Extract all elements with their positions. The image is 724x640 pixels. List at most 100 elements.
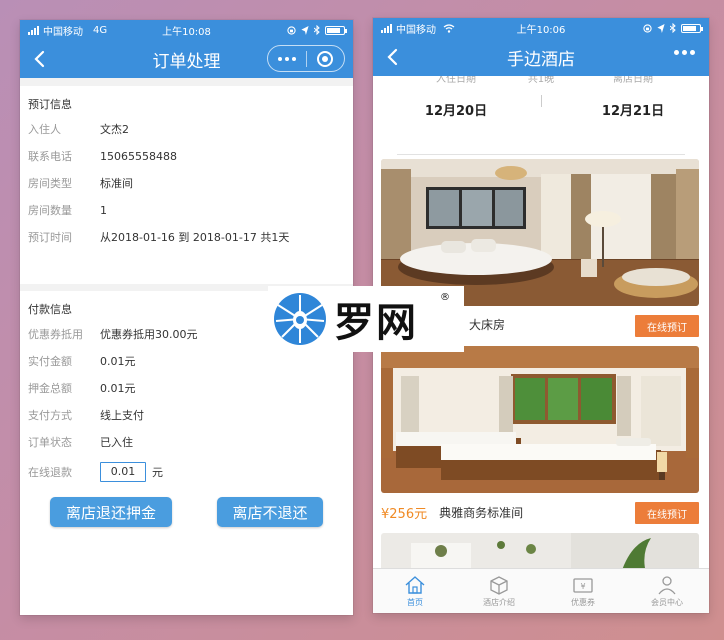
lock-rotation-icon — [643, 23, 652, 33]
room-price: ¥256元 — [381, 506, 428, 522]
target-icon — [317, 50, 334, 67]
signal-icon — [28, 25, 39, 35]
watermark-logo: 罗网 ® — [268, 286, 464, 352]
row-key: 优惠券抵用 — [28, 328, 83, 341]
tab-label: 会员中心 — [651, 597, 683, 607]
page-title: 订单处理 — [152, 51, 221, 72]
stay-dates-bar: 入住日期 12月20日 共1晚 离店日期 12月21日 — [373, 76, 709, 156]
payment-row: 支付方式 线上支付 — [28, 406, 345, 424]
close-program-button[interactable] — [307, 46, 345, 71]
row-value: 从2018-01-16 到 2018-01-17 共1天 — [100, 231, 290, 244]
status-bar: 中国移动 上午10:06 — [373, 18, 709, 38]
network-label: 4G — [93, 24, 108, 36]
room-photo-standard[interactable] — [381, 346, 699, 493]
tab-hotel-intro[interactable]: 酒店介绍 — [457, 569, 541, 613]
back-button[interactable] — [26, 46, 52, 72]
row-key: 订单状态 — [28, 436, 72, 449]
nav-bar: 订单处理 — [20, 40, 353, 78]
checkout-value: 12月21日 — [601, 104, 665, 119]
booking-row: 房间类型 标准间 — [28, 174, 345, 192]
box-icon — [490, 575, 508, 595]
row-value: 1 — [100, 203, 107, 217]
row-value: 0.01元 — [100, 355, 136, 368]
row-value: 15065558488 — [100, 149, 177, 163]
watermark-text: 罗网 — [334, 300, 418, 346]
row-key: 预订时间 — [28, 231, 72, 244]
carrier-label: 中国移动 — [43, 26, 83, 38]
room-name: 典雅商务标准间 — [439, 505, 524, 520]
page-title: 手边酒店 — [507, 49, 575, 70]
battery-icon — [681, 23, 703, 33]
tab-member-center[interactable]: 会员中心 — [625, 569, 709, 613]
checkout-refund-deposit-button[interactable]: 离店退还押金 — [50, 497, 172, 527]
row-key: 房间数量 — [28, 204, 72, 217]
row-value: 0.01元 — [100, 382, 136, 395]
checkin-value: 12月20日 — [424, 104, 488, 119]
nights-count: 共1晚 — [521, 76, 561, 90]
user-icon — [658, 575, 676, 594]
location-icon — [301, 25, 309, 35]
svg-text:¥: ¥ — [580, 582, 585, 591]
refund-unit: 元 — [152, 466, 163, 479]
home-icon — [405, 575, 425, 594]
spider-logo-icon — [274, 293, 326, 345]
row-key: 押金总额 — [28, 382, 72, 395]
wifi-icon — [443, 23, 455, 33]
payment-section-title: 付款信息 — [28, 303, 72, 316]
book-online-button[interactable]: 在线预订 — [635, 315, 699, 337]
carrier-label: 中国移动 — [396, 24, 436, 36]
row-key: 房间类型 — [28, 177, 72, 190]
more-dots-icon — [277, 56, 296, 61]
tab-label: 优惠券 — [571, 597, 595, 607]
payment-row: 实付金额 0.01元 — [28, 352, 345, 370]
booking-row: 房间数量 1 — [28, 201, 345, 219]
lock-rotation-icon — [287, 25, 296, 35]
booking-info-card: 预订信息 入住人 文杰2 联系电话 15065558488 房间类型 标准间 房间数量… — [20, 86, 353, 284]
refund-label: 在线退款 — [28, 466, 72, 479]
checkout-no-refund-button[interactable]: 离店不退还 — [217, 497, 323, 527]
tab-label: 首页 — [407, 597, 423, 607]
nights-label: 共1晚 — [527, 76, 555, 85]
back-button[interactable] — [379, 44, 405, 70]
booking-row: 预订时间 从2018-01-16 到 2018-01-17 共1天 — [28, 228, 345, 246]
row-key: 实付金额 — [28, 355, 72, 368]
bluetooth-icon — [670, 23, 676, 33]
bluetooth-icon — [314, 25, 320, 35]
tab-coupons[interactable]: ¥ 优惠券 — [541, 569, 625, 613]
registered-mark: ® — [440, 292, 450, 303]
row-value: 线上支付 — [100, 409, 144, 422]
checkin-label: 入住日期 — [436, 76, 476, 85]
row-key: 联系电话 — [28, 150, 72, 163]
checkout-date[interactable]: 离店日期 12月21日 — [598, 76, 668, 119]
battery-icon — [325, 25, 347, 35]
payment-row: 押金总额 0.01元 — [28, 379, 345, 397]
row-key: 支付方式 — [28, 409, 72, 422]
booking-section-title: 预订信息 — [28, 98, 72, 111]
row-value: 优惠券抵用30.00元 — [100, 328, 198, 341]
checkout-label: 离店日期 — [613, 76, 653, 85]
payment-row: 订单状态 已入住 — [28, 433, 345, 451]
coupon-icon: ¥ — [573, 577, 593, 593]
location-icon — [657, 23, 665, 33]
row-key: 入住人 — [28, 123, 61, 136]
booking-row: 入住人 文杰2 — [28, 120, 345, 138]
status-bar: 中国移动 4G 上午10:08 — [20, 20, 353, 40]
row-value: 已入住 — [100, 436, 133, 449]
signal-icon — [381, 23, 392, 33]
more-button[interactable] — [268, 46, 306, 71]
refund-amount-input[interactable]: 0.01 — [100, 462, 146, 482]
tab-home[interactable]: 首页 — [373, 569, 457, 613]
nav-bar: 手边酒店 — [373, 38, 709, 76]
mini-program-capsule — [267, 45, 345, 72]
refund-row: 在线退款 0.01 元 — [28, 461, 345, 483]
more-button[interactable] — [674, 50, 695, 55]
chevron-left-icon — [34, 50, 45, 68]
row-value: 标准间 — [100, 177, 133, 190]
checkin-date[interactable]: 入住日期 12月20日 — [421, 76, 491, 119]
room-name: 大床房 — [469, 317, 506, 332]
room-photo-partial[interactable] — [381, 533, 699, 573]
room-photo-king[interactable] — [381, 159, 699, 306]
book-online-button[interactable]: 在线预订 — [635, 502, 699, 524]
row-value: 文杰2 — [100, 123, 129, 136]
chevron-left-icon — [387, 48, 398, 66]
